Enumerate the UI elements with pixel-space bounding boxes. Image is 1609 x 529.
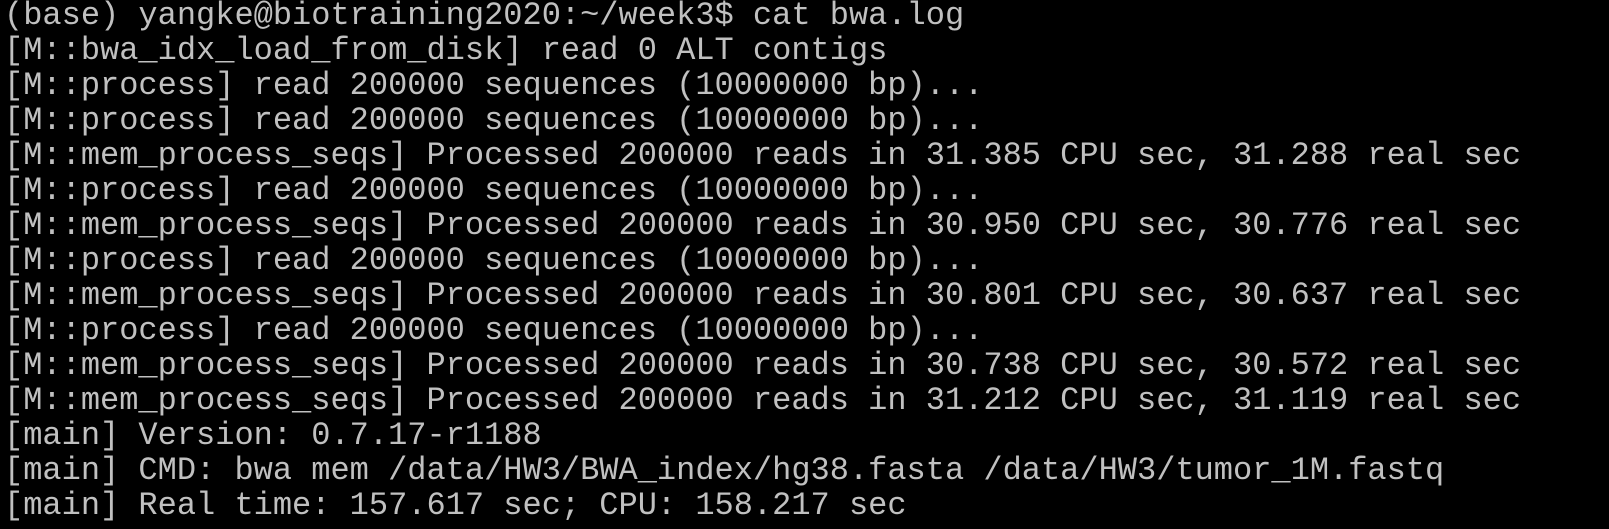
terminal-line: [M::mem_process_seqs] Processed 200000 r… [4, 207, 1522, 244]
terminal-line: [main] Version: 0.7.17-r1188 [4, 417, 542, 454]
terminal-line: [M::process] read 200000 sequences (1000… [4, 67, 984, 104]
terminal-line: [M::process] read 200000 sequences (1000… [4, 312, 984, 349]
terminal-line: [M::mem_process_seqs] Processed 200000 r… [4, 347, 1522, 384]
terminal-window[interactable]: (base) yangke@biotraining2020:~/week3$ c… [0, 0, 1609, 529]
terminal-line: [M::mem_process_seqs] Processed 200000 r… [4, 382, 1522, 419]
terminal-line: [M::mem_process_seqs] Processed 200000 r… [4, 277, 1522, 314]
terminal-line: [M::process] read 200000 sequences (1000… [4, 102, 984, 139]
terminal-line: [main] Real time: 157.617 sec; CPU: 158.… [4, 487, 907, 524]
terminal-line: [M::process] read 200000 sequences (1000… [4, 242, 984, 279]
terminal-line: [M::mem_process_seqs] Processed 200000 r… [4, 137, 1522, 174]
terminal-line-prompt: (base) yangke@biotraining2020:~/week3$ c… [4, 0, 965, 34]
terminal-line: [M::process] read 200000 sequences (1000… [4, 172, 984, 209]
terminal-line: [M::bwa_idx_load_from_disk] read 0 ALT c… [4, 32, 888, 69]
terminal-line: [main] CMD: bwa mem /data/HW3/BWA_index/… [4, 452, 1445, 489]
